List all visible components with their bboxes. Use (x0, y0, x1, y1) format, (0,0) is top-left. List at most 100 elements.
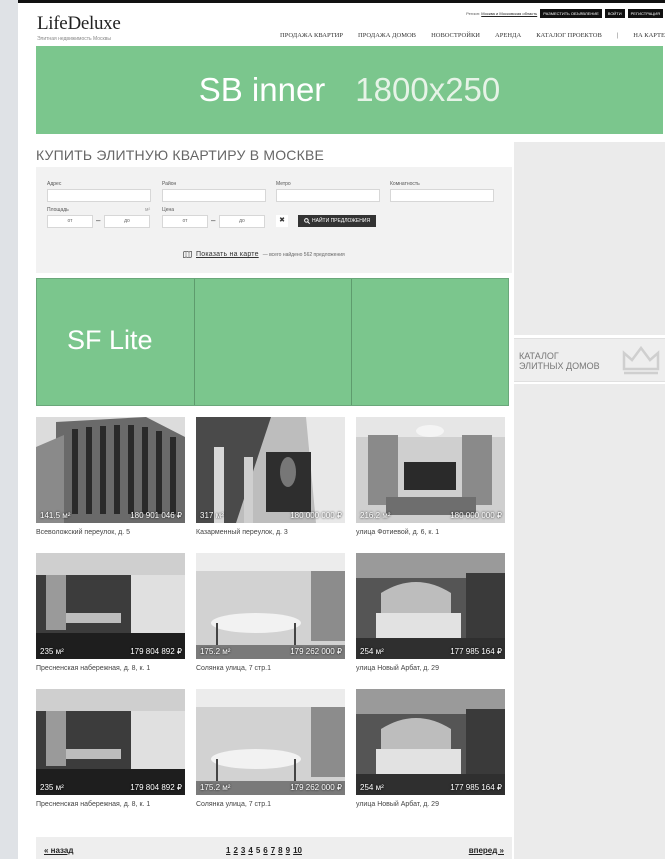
interior-photo (196, 553, 345, 659)
address-label: Адрес (47, 181, 62, 187)
show-on-map-link[interactable]: Показать на карте (196, 251, 259, 258)
pagination: « назад 1 2 3 4 5 6 7 8 9 10 вперед » (36, 837, 512, 859)
nav-item-new-buildings[interactable]: Новостройки (431, 32, 480, 39)
metro-label: Метро (276, 181, 291, 187)
search-form: Адрес Район Метро Комнатность Площадь м²… (36, 167, 512, 273)
catalog-elite-houses-link[interactable]: Каталог элитных домов (514, 338, 665, 382)
catalog-label: Каталог элитных домов (519, 351, 600, 371)
listing-area: 175.2 м² (200, 647, 231, 656)
register-button[interactable]: Регистрация (627, 9, 663, 18)
interior-photo (36, 553, 185, 659)
address-input[interactable] (47, 189, 151, 202)
sidebar-panel (514, 384, 665, 859)
sf-lite-label: SF Lite (67, 325, 153, 355)
listing-photo[interactable]: 317 м² 180 000 000 ₽ (196, 417, 345, 523)
district-select[interactable] (162, 189, 266, 202)
listing-address[interactable]: улица Новый Арбат, д. 29 (356, 801, 505, 808)
listing-price: 177 985 164 ₽ (450, 783, 502, 792)
clear-filters-button[interactable]: ✖ (276, 215, 288, 227)
listing-address[interactable]: Солянка улица, 7 стр.1 (196, 801, 345, 808)
nav-item-houses[interactable]: Продажа домов (358, 32, 416, 39)
listing-price: 180 000 000 ₽ (450, 511, 502, 520)
find-offers-button[interactable]: Найти предложения (298, 215, 377, 227)
find-offers-label: Найти предложения (312, 218, 371, 224)
bedroom-photo (356, 553, 505, 659)
listing-card[interactable]: 317 м² 180 000 000 ₽ Казарменный переуло… (196, 417, 345, 536)
map-icon (183, 251, 192, 258)
listing-area: 254 м² (360, 647, 384, 656)
area-to-input[interactable]: до (104, 215, 150, 228)
sf-lite-banner[interactable]: SF Lite (36, 278, 509, 406)
listing-photo[interactable]: 235 м² 179 804 892 ₽ (36, 553, 185, 659)
site-logo[interactable]: LifeDeluxe Элитная недвижимость Москвы (37, 14, 121, 42)
listing-address[interactable]: Всеволожский переулок, д. 5 (36, 529, 185, 536)
nav-item-projects[interactable]: Каталог проектов (536, 32, 602, 39)
price-from-input[interactable]: от (162, 215, 208, 228)
show-on-map-row: Показать на карте — всего найдено 562 пр… (183, 251, 345, 258)
price-to-input[interactable]: до (219, 215, 265, 228)
listing-photo[interactable]: 254 м² 177 985 164 ₽ (356, 553, 505, 659)
price-label: Цена (162, 207, 175, 213)
post-ad-button[interactable]: Разместить объявление (540, 9, 602, 18)
interior-photo (36, 689, 185, 795)
page-link[interactable]: 3 (241, 846, 245, 855)
nav-item-apartments[interactable]: Продажа квартир (280, 32, 343, 39)
page-link[interactable]: 7 (271, 846, 275, 855)
prev-page-link[interactable]: « назад (44, 846, 73, 855)
listing-card[interactable]: 254 м² 177 985 164 ₽ улица Новый Арбат, … (356, 689, 505, 808)
listing-card[interactable]: 175.2 м² 179 262 000 ₽ Солянка улица, 7 … (196, 689, 345, 808)
region-link[interactable]: Москва и Московская область (481, 11, 537, 16)
search-icon (304, 217, 311, 224)
listing-photo[interactable]: 175.2 м² 179 262 000 ₽ (196, 553, 345, 659)
sidebar-ad-slot (514, 142, 665, 335)
logo-tagline: Элитная недвижимость Москвы (37, 36, 111, 42)
listing-area: 235 м² (40, 783, 64, 792)
metro-select[interactable] (276, 189, 380, 202)
listing-photo[interactable]: 141.5 м² 180 901 046 ₽ (36, 417, 185, 523)
page-link[interactable]: 1 (226, 846, 230, 855)
listing-price: 180 901 046 ₽ (130, 511, 182, 520)
page-link[interactable]: 10 (293, 846, 302, 855)
rooms-select[interactable] (390, 189, 494, 202)
page-numbers: 1 2 3 4 5 6 7 8 9 10 (226, 846, 302, 855)
listing-address[interactable]: Казарменный переулок, д. 3 (196, 529, 345, 536)
catalog-label-line1: Каталог (519, 351, 559, 361)
nav-item-map[interactable]: На карте (633, 32, 665, 39)
listing-card[interactable]: 235 м² 179 804 892 ₽ Пресненская набереж… (36, 689, 185, 808)
listing-photo[interactable]: 235 м² 179 804 892 ₽ (36, 689, 185, 795)
page-link[interactable]: 8 (278, 846, 282, 855)
page-link[interactable]: 6 (263, 846, 267, 855)
logo-text[interactable]: LifeDeluxe (37, 14, 121, 33)
listing-photo[interactable]: 254 м² 177 985 164 ₽ (356, 689, 505, 795)
listing-price: 180 000 000 ₽ (290, 511, 342, 520)
ad-banner[interactable]: SB inner 1800x250 (36, 46, 663, 134)
listing-area: 254 м² (360, 783, 384, 792)
listing-price: 179 262 000 ₽ (290, 783, 342, 792)
page-link[interactable]: 4 (248, 846, 252, 855)
listing-card[interactable]: 254 м² 177 985 164 ₽ улица Новый Арбат, … (356, 553, 505, 672)
listing-photo[interactable]: 216.2 м² 180 000 000 ₽ (356, 417, 505, 523)
listing-price: 177 985 164 ₽ (450, 647, 502, 656)
listing-card[interactable]: 235 м² 179 804 892 ₽ Пресненская набереж… (36, 553, 185, 672)
price-dash: – (211, 216, 216, 225)
listing-address[interactable]: улица Фотиевой, д. 6, к. 1 (356, 529, 505, 536)
listing-card[interactable]: 141.5 м² 180 901 046 ₽ Всеволожский пере… (36, 417, 185, 536)
listing-card[interactable]: 216.2 м² 180 000 000 ₽ улица Фотиевой, д… (356, 417, 505, 536)
nav-item-rent[interactable]: Аренда (495, 32, 521, 39)
listing-address[interactable]: Пресненская набережная, д. 8, к. 1 (36, 665, 185, 672)
listing-card[interactable]: 175.2 м² 179 262 000 ₽ Солянка улица, 7 … (196, 553, 345, 672)
listing-address[interactable]: улица Новый Арбат, д. 29 (356, 665, 505, 672)
banner-label: SB inner (198, 71, 326, 108)
listing-area: 235 м² (40, 647, 64, 656)
listing-address[interactable]: Пресненская набережная, д. 8, к. 1 (36, 801, 185, 808)
area-from-input[interactable]: от (47, 215, 93, 228)
crown-icon (622, 345, 660, 375)
login-button[interactable]: Войти (604, 9, 625, 18)
listing-photo[interactable]: 175.2 м² 179 262 000 ₽ (196, 689, 345, 795)
page-link[interactable]: 9 (286, 846, 290, 855)
page-link[interactable]: 2 (233, 846, 237, 855)
district-label: Район (162, 181, 177, 187)
catalog-label-line2: элитных домов (519, 361, 600, 371)
next-page-link[interactable]: вперед » (469, 846, 504, 855)
listing-address[interactable]: Солянка улица, 7 стр.1 (196, 665, 345, 672)
